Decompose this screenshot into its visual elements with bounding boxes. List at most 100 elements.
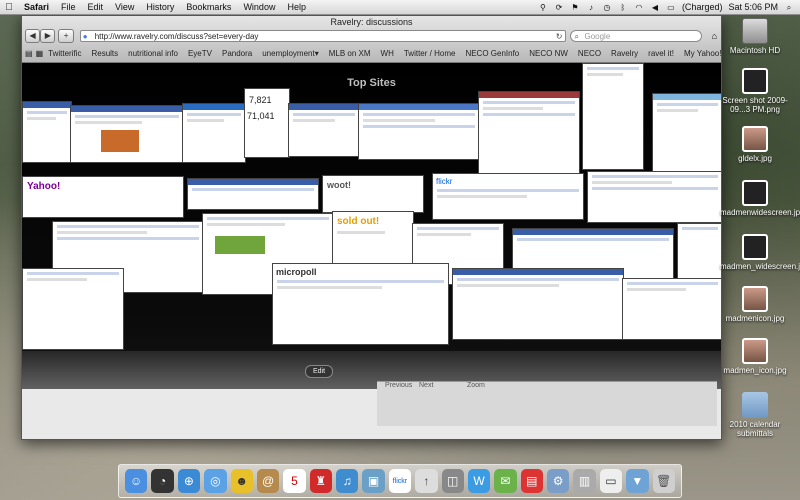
top-sites-view: Top Sites 7,821 71,041 Yahoo! woot! flic… — [22, 63, 721, 439]
bookmark-item[interactable]: Twitterific — [43, 49, 86, 58]
site-thumbnail[interactable] — [358, 103, 480, 160]
apple-menu-icon[interactable]:  — [0, 2, 18, 13]
bookmark-item[interactable]: Ravelry — [606, 49, 643, 58]
site-thumbnail[interactable]: woot! — [322, 175, 424, 213]
system-prefs-icon[interactable]: ⚙ — [547, 469, 570, 493]
desktop-icon-madmenwidescreen[interactable]: madmenwidescreen.jpg — [720, 180, 800, 217]
edit-button[interactable]: Edit — [305, 365, 333, 378]
flickr-icon[interactable]: flickr — [388, 469, 412, 493]
bluetooth-icon[interactable]: ᛒ — [618, 3, 628, 12]
spotlight-icon[interactable]: ⌕ — [784, 3, 794, 12]
clock[interactable]: Sat 5:06 PM — [728, 2, 778, 12]
desktop-icon-hd[interactable]: Macintosh HD — [720, 18, 790, 55]
documents-stack-icon[interactable]: ▭ — [599, 469, 623, 493]
site-thumbnail[interactable] — [452, 268, 624, 340]
search-icon: ⌕ — [574, 32, 579, 41]
dock: ☺ ◔ ⊕ ◎ ☻ @ 5 ♜ ♫ ▣ flickr ↑ ◫ W ✉ ▤ ⚙ ▥… — [118, 464, 682, 498]
desktop-icon-madmen-icon[interactable]: madmen_icon.jpg — [720, 338, 790, 375]
chair-app-icon[interactable]: ♜ — [309, 469, 332, 493]
bookmarks-book-icon[interactable]: ▤ — [25, 49, 33, 58]
search-field[interactable]: ⌕ Google — [570, 30, 702, 42]
site-thumbnail[interactable]: 7,821 71,041 — [244, 88, 290, 158]
itunes-icon[interactable]: ♫ — [336, 469, 359, 493]
battery-icon[interactable]: ▭ — [666, 3, 676, 12]
site-thumbnail[interactable] — [652, 93, 721, 173]
menu-bookmarks[interactable]: Bookmarks — [180, 2, 237, 12]
bookmark-item[interactable]: nutritional info — [123, 49, 183, 58]
bookmark-item[interactable]: My Yahoo! — [679, 49, 721, 58]
wifi-icon[interactable]: ◠ — [634, 3, 644, 12]
dashboard-icon[interactable]: ◔ — [151, 469, 174, 493]
desktop-icon-madmenicon[interactable]: madmenicon.jpg — [720, 286, 790, 323]
trash-icon[interactable]: 🗑 — [652, 469, 675, 493]
hard-drive-icon — [742, 18, 768, 44]
bookmark-item[interactable]: MLB on XM — [324, 49, 376, 58]
site-thumbnail[interactable] — [70, 105, 184, 163]
site-thumbnail[interactable] — [182, 103, 246, 163]
bookmark-item[interactable]: Pandora — [217, 49, 257, 58]
reload-icon[interactable]: ↻ — [556, 31, 563, 43]
desktop-icon-calendar-folder[interactable]: 2010 calendar submittals — [720, 392, 790, 438]
finder-icon[interactable]: ☺ — [125, 469, 148, 493]
desktop-icon-gldelx[interactable]: gldelx.jpg — [720, 126, 790, 163]
downloads-stack-icon[interactable]: ▼ — [626, 469, 649, 493]
photo-booth-icon[interactable]: ▤ — [520, 469, 543, 493]
time-machine-icon[interactable]: ◷ — [602, 3, 612, 12]
bookmark-folder[interactable]: unemployment▾ — [257, 49, 324, 58]
forward-button[interactable]: ▶ — [40, 29, 56, 43]
preview-icon[interactable]: ▥ — [573, 469, 596, 493]
safari-icon[interactable]: ⊕ — [177, 469, 201, 493]
site-thumbnail[interactable] — [587, 171, 721, 223]
image-file-icon — [742, 180, 768, 206]
iphoto-icon[interactable]: ▣ — [362, 469, 385, 493]
sold-out-label: sold out! — [337, 216, 380, 227]
site-thumbnail[interactable] — [22, 268, 124, 350]
bookmark-item[interactable]: NECO GenInfo — [460, 49, 524, 58]
site-thumbnail[interactable]: micropoll — [272, 263, 449, 345]
spring-icon[interactable]: ⚲ — [538, 3, 548, 12]
menu-edit[interactable]: Edit — [82, 2, 110, 12]
bookmark-item[interactable]: NECO — [573, 49, 606, 58]
site-thumbnail[interactable] — [478, 91, 580, 175]
site-thumbnail[interactable] — [22, 101, 72, 163]
downloads-basket-icon[interactable]: ⌂ — [708, 30, 721, 42]
bootcamp-icon[interactable]: ◫ — [441, 469, 464, 493]
ical-icon[interactable]: 5 — [283, 469, 306, 493]
site-thumbnail[interactable]: Yahoo! — [22, 176, 184, 218]
top-sites-grid-icon[interactable]: ▦ — [36, 49, 44, 58]
adium-icon[interactable]: ☻ — [230, 469, 253, 493]
address-bar[interactable]: ● http://www.ravelry.com/discuss?set=eve… — [79, 30, 567, 43]
site-thumbnail[interactable] — [187, 178, 319, 210]
menu-history[interactable]: History — [140, 2, 180, 12]
menu-window[interactable]: Window — [237, 2, 281, 12]
bookmark-item[interactable]: Twitter / Home — [399, 49, 461, 58]
bookmark-item[interactable]: ravel it! — [643, 49, 679, 58]
menu-app-name[interactable]: Safari — [18, 2, 55, 12]
site-thumbnail[interactable] — [582, 63, 644, 170]
flag-icon[interactable]: ⚑ — [570, 3, 580, 12]
site-thumbnail[interactable]: flickr — [432, 173, 584, 220]
back-button[interactable]: ◀ — [25, 29, 41, 43]
menu-help[interactable]: Help — [281, 2, 312, 12]
sync-icon[interactable]: ⟳ — [554, 3, 564, 12]
bookmark-item[interactable]: NECO NW — [524, 49, 573, 58]
uploader-icon[interactable]: ↑ — [415, 469, 438, 493]
menu-view[interactable]: View — [109, 2, 140, 12]
wordpress-icon[interactable]: W — [467, 469, 491, 493]
ichat-icon[interactable]: ◎ — [204, 469, 227, 493]
desktop-icon-label: Screen shot 2009-09...3 PM.png — [722, 96, 788, 114]
add-bookmark-button[interactable]: + — [58, 29, 74, 43]
bookmark-item[interactable]: WH — [376, 49, 399, 58]
sound-icon[interactable]: ♪ — [586, 3, 596, 12]
mail-icon[interactable]: ✉ — [494, 469, 517, 493]
site-thumbnail[interactable] — [288, 103, 360, 157]
bookmark-item[interactable]: EyeTV — [183, 49, 217, 58]
site-thumbnail[interactable] — [622, 278, 721, 340]
menu-file[interactable]: File — [55, 2, 82, 12]
address-book-icon[interactable]: @ — [256, 469, 280, 493]
desktop-icon-madmen-widescreen[interactable]: madmen_widescreen.jpg — [720, 234, 800, 271]
bookmark-item[interactable]: Results — [86, 49, 123, 58]
volume-icon[interactable]: ◀ — [650, 3, 660, 12]
desktop-icon-screenshot[interactable]: Screen shot 2009-09...3 PM.png — [720, 68, 790, 114]
window-title: Ravelry: discussions — [330, 17, 413, 27]
